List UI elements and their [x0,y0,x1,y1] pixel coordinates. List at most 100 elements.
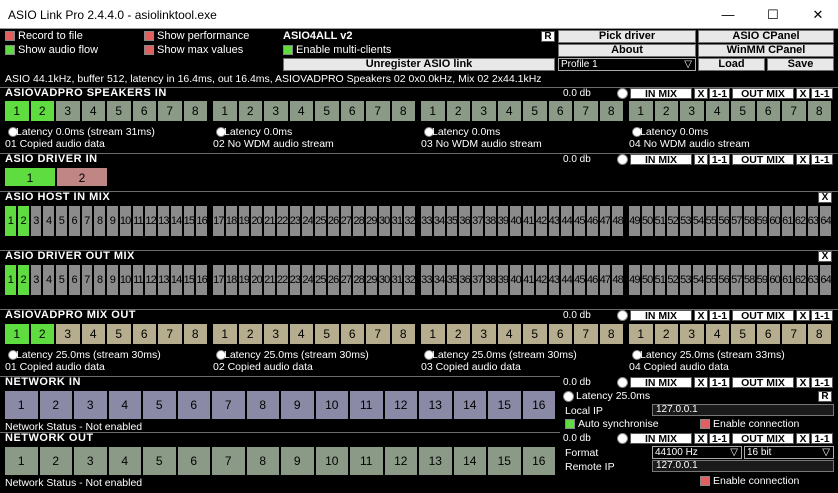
channel-button[interactable]: 7 [365,323,391,345]
mix-channel[interactable]: 24 [301,205,314,237]
mix-channel[interactable]: 12 [144,264,157,296]
mix-channel[interactable]: 59 [755,264,769,296]
out-mix-one-one-button[interactable]: 1-1 [811,377,833,388]
mix-channel[interactable]: 34 [432,205,446,237]
channel-button[interactable]: 6 [547,100,573,122]
mix-channel[interactable]: 51 [653,205,667,237]
mix-channel[interactable]: 52 [666,264,679,296]
network-channel[interactable]: 6 [176,390,211,420]
mix-channel[interactable]: 2 [16,264,30,296]
show-performance-checkbox[interactable] [144,31,154,41]
mix-channel[interactable]: 54 [691,205,705,237]
network-channel[interactable]: 14 [452,390,487,420]
mix-channel[interactable]: 47 [598,264,612,296]
channel-button[interactable]: 3 [679,100,705,122]
mix-channel[interactable]: 18 [224,264,238,296]
channel-button[interactable]: 4 [80,323,106,345]
channel-button[interactable]: 2 [653,100,679,122]
channel-button[interactable]: 4 [288,100,314,122]
mix-channel[interactable]: 2 [16,205,30,237]
channel-button[interactable]: 5 [106,323,132,345]
network-channel[interactable]: 2 [38,446,73,476]
record-to-file-checkbox[interactable] [5,31,15,41]
channel-button[interactable]: 3 [55,323,81,345]
mix-channel[interactable]: 6 [67,205,81,237]
network-channel[interactable]: 1 [4,446,39,476]
channel-button[interactable]: 3 [263,323,289,345]
channel-button[interactable]: 6 [131,323,157,345]
out-mix-button[interactable]: OUT MIX [732,88,794,99]
volume-knob-icon[interactable] [617,377,628,388]
channel-button[interactable]: 8 [390,100,416,122]
mix-channel[interactable]: 57 [730,205,743,237]
mix-channel[interactable]: 25 [314,205,327,237]
channel-button[interactable]: 6 [547,323,573,345]
channel-button[interactable]: 6 [755,323,781,345]
mix-channel[interactable]: 20 [250,205,263,237]
mix-channel[interactable]: 50 [640,264,654,296]
in-mix-button[interactable]: IN MIX [630,377,692,388]
channel-button[interactable]: 4 [704,100,730,122]
mix-channel[interactable]: 11 [131,264,145,296]
mix-channel[interactable]: 28 [352,205,365,237]
mix-channel[interactable]: 39 [496,205,510,237]
network-channel[interactable]: 16 [521,390,556,420]
network-channel[interactable]: 10 [314,446,349,476]
in-mix-one-one-button[interactable]: 1-1 [709,377,730,388]
in-mix-x-button[interactable]: X [694,433,708,444]
network-channel[interactable]: 7 [211,390,246,420]
channel-button[interactable]: 4 [288,323,314,345]
mix-channel[interactable]: 36 [458,205,471,237]
mix-channel[interactable]: 58 [742,264,756,296]
unregister-asio-link-button[interactable]: Unregister ASIO link [283,58,555,71]
asio-cpanel-button[interactable]: ASIO CPanel [698,30,834,43]
host-in-mix-close-button[interactable]: X [818,192,832,203]
out-mix-x-button[interactable]: X [796,433,810,444]
channel-button[interactable]: 6 [339,100,365,122]
mix-channel[interactable]: 32 [403,205,416,237]
mix-channel[interactable]: 28 [352,264,365,296]
mix-channel[interactable]: 64 [819,264,832,296]
driver-in-channel[interactable]: 1 [4,167,56,187]
channel-button[interactable]: 6 [131,100,157,122]
channel-button[interactable]: 7 [157,100,183,122]
network-channel[interactable]: 6 [176,446,211,476]
driver-in-channel[interactable]: 2 [56,167,108,187]
mix-channel[interactable]: 26 [326,205,340,237]
load-button[interactable]: Load [698,58,765,71]
network-channel[interactable]: 4 [107,390,142,420]
mix-channel[interactable]: 53 [679,264,692,296]
channel-button[interactable]: 2 [29,100,55,122]
channel-button[interactable]: 4 [704,323,730,345]
mix-channel[interactable]: 26 [326,264,340,296]
mix-channel[interactable]: 19 [237,264,251,296]
mix-channel[interactable]: 14 [169,205,183,237]
remote-ip-field[interactable]: 127.0.0.1 [652,460,834,472]
channel-button[interactable]: 1 [628,100,654,122]
mix-channel[interactable]: 64 [819,205,832,237]
mix-channel[interactable]: 43 [547,264,561,296]
network-in-badge[interactable]: R [818,391,832,402]
channel-button[interactable]: 8 [390,323,416,345]
mix-channel[interactable]: 35 [445,264,459,296]
channel-button[interactable]: 8 [182,323,208,345]
channel-button[interactable]: 7 [573,100,599,122]
mix-channel[interactable]: 7 [80,205,94,237]
mix-channel[interactable]: 17 [212,264,225,296]
mix-channel[interactable]: 38 [483,205,497,237]
mix-channel[interactable]: 12 [144,205,157,237]
mix-channel[interactable]: 16 [195,264,208,296]
mix-channel[interactable]: 49 [628,205,641,237]
mix-channel[interactable]: 15 [182,264,196,296]
channel-button[interactable]: 8 [598,100,624,122]
channel-button[interactable]: 3 [471,323,497,345]
format-rate-select[interactable]: 44100 Hz ▽ [652,446,742,459]
auto-synchronise-checkbox[interactable] [565,419,575,429]
mix-channel[interactable]: 9 [106,264,119,296]
mix-channel[interactable]: 56 [717,264,730,296]
mix-channel[interactable]: 62 [793,205,807,237]
mix-channel[interactable]: 13 [157,264,170,296]
enable-multi-clients-checkbox[interactable] [283,45,293,55]
mix-channel[interactable]: 30 [377,205,391,237]
mix-channel[interactable]: 8 [93,264,106,296]
